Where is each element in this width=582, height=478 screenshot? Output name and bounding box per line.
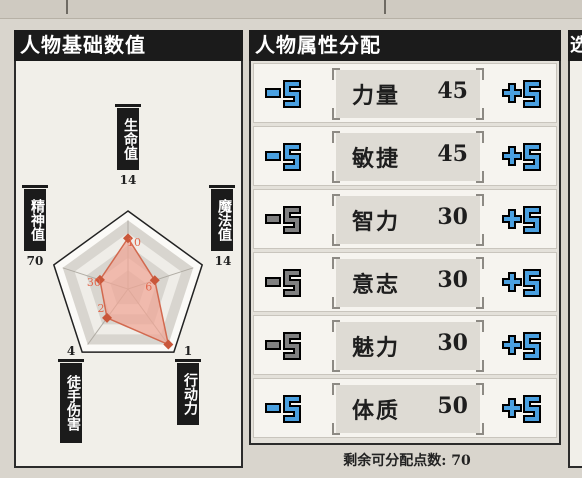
plus-icon bbox=[502, 332, 541, 360]
attribute-value: 50 bbox=[437, 393, 468, 419]
attribute-name: 意志 bbox=[352, 272, 401, 298]
plus-icon bbox=[502, 395, 541, 423]
stat-label-unarmed: 徒手伤害 bbox=[58, 359, 84, 443]
attribute-name: 智力 bbox=[352, 209, 401, 235]
minus-button[interactable] bbox=[264, 267, 304, 299]
attribute-value-box: 意志 30 bbox=[332, 257, 484, 309]
attribute-name: 敏捷 bbox=[352, 146, 401, 172]
plus-button[interactable] bbox=[502, 393, 542, 425]
top-bar bbox=[0, 0, 582, 19]
minus-button[interactable] bbox=[264, 78, 304, 110]
attribute-name: 力量 bbox=[352, 83, 401, 109]
attribute-value-box: 力量 45 bbox=[332, 68, 484, 120]
basic-stats-title: 人物基础数值 bbox=[14, 30, 243, 61]
top-bar-divider bbox=[384, 0, 386, 14]
attribute-row-strength: 力量 45 bbox=[253, 63, 557, 123]
minus-icon bbox=[265, 80, 301, 108]
attribute-value: 30 bbox=[437, 204, 468, 230]
attribute-value-box: 体质 50 bbox=[332, 383, 484, 435]
stat-label-mp: 魔法值 bbox=[209, 185, 235, 251]
attribute-allocation-panel: 人物属性分配 力量 45 敏捷 45 智力 30 意志 30 魅力 30 体质 … bbox=[249, 30, 561, 469]
attribute-name: 魅力 bbox=[352, 335, 401, 361]
remaining-points: 剩余可分配点数: 70 bbox=[343, 453, 471, 469]
attribute-row-constitution: 体质 50 bbox=[253, 378, 557, 438]
third-panel: 选 bbox=[568, 30, 582, 468]
plus-button[interactable] bbox=[502, 78, 542, 110]
minus-icon bbox=[265, 332, 301, 360]
attribute-value-box: 魅力 30 bbox=[332, 320, 484, 372]
attribute-value: 45 bbox=[437, 78, 468, 104]
attribute-row-agility: 敏捷 45 bbox=[253, 126, 557, 186]
top-bar-divider bbox=[66, 0, 68, 14]
attribute-row-will: 意志 30 bbox=[253, 252, 557, 312]
basic-stats-panel: 人物基础数值 10 6 2 30 生命值 14 魔法值 14 1 行动力 4 徒手伤害… bbox=[14, 30, 243, 468]
radar-point-label: 6 bbox=[145, 280, 152, 293]
radar-point-label: 10 bbox=[127, 236, 141, 249]
minus-icon bbox=[265, 206, 301, 234]
attribute-value-box: 智力 30 bbox=[332, 194, 484, 246]
stat-value-spirit: 70 bbox=[26, 254, 44, 268]
stat-value-hp: 14 bbox=[119, 173, 137, 187]
attribute-value: 30 bbox=[437, 267, 468, 293]
minus-icon bbox=[265, 143, 301, 171]
stat-value-unarmed: 4 bbox=[66, 344, 76, 358]
stat-label-action: 行动力 bbox=[175, 359, 201, 425]
stat-value-action: 1 bbox=[183, 344, 193, 358]
plus-button[interactable] bbox=[502, 141, 542, 173]
attribute-row-intelligence: 智力 30 bbox=[253, 189, 557, 249]
minus-button[interactable] bbox=[264, 204, 304, 236]
plus-icon bbox=[502, 269, 541, 297]
attribute-name: 体质 bbox=[352, 398, 401, 424]
radar-point-label: 30 bbox=[87, 276, 101, 289]
third-panel-title: 选 bbox=[568, 30, 582, 61]
attribute-value: 30 bbox=[437, 330, 468, 356]
attribute-row-charm: 魅力 30 bbox=[253, 315, 557, 375]
plus-button[interactable] bbox=[502, 267, 542, 299]
minus-button[interactable] bbox=[264, 393, 304, 425]
stat-label-hp: 生命值 bbox=[115, 104, 141, 170]
attribute-value-box: 敏捷 45 bbox=[332, 131, 484, 183]
stat-label-spirit: 精神值 bbox=[22, 185, 48, 251]
plus-icon bbox=[502, 80, 541, 108]
minus-icon bbox=[265, 269, 301, 297]
plus-icon bbox=[502, 143, 541, 171]
plus-button[interactable] bbox=[502, 330, 542, 362]
minus-button[interactable] bbox=[264, 141, 304, 173]
plus-icon bbox=[502, 206, 541, 234]
minus-button[interactable] bbox=[264, 330, 304, 362]
allocation-title: 人物属性分配 bbox=[249, 30, 561, 61]
stat-value-mp: 14 bbox=[214, 254, 232, 268]
minus-icon bbox=[265, 395, 301, 423]
attribute-value: 45 bbox=[437, 141, 468, 167]
plus-button[interactable] bbox=[502, 204, 542, 236]
radar-point-label: 2 bbox=[98, 302, 105, 315]
